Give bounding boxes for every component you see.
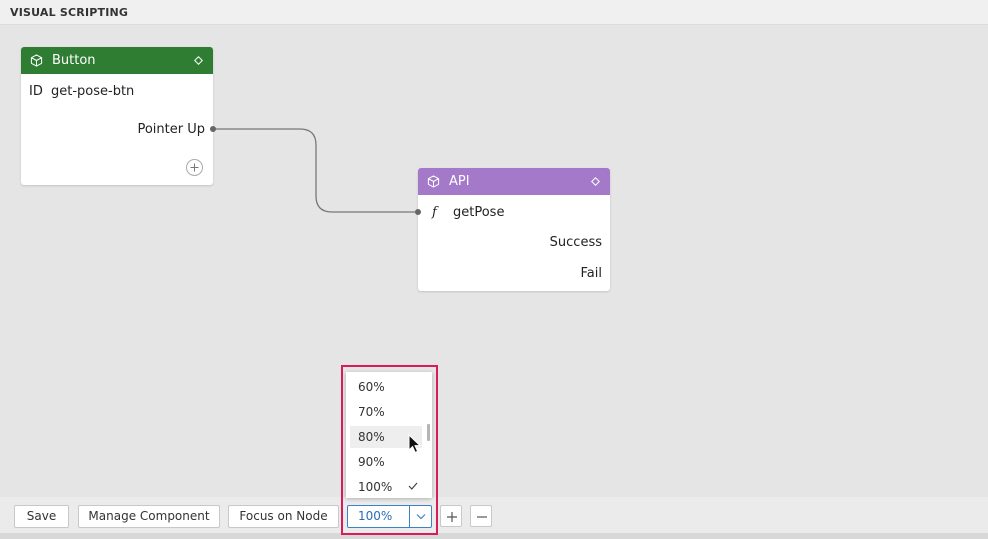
status-strip <box>0 533 988 539</box>
function-name: getPose <box>453 205 505 220</box>
zoom-option-70[interactable]: 70% <box>350 401 422 423</box>
button-node-header[interactable]: Button <box>21 47 213 74</box>
add-port-button[interactable] <box>186 159 203 176</box>
minus-icon <box>477 516 487 518</box>
plus-icon <box>447 512 457 522</box>
chevron-down-icon <box>416 514 426 520</box>
manage-component-button[interactable]: Manage Component <box>78 505 220 528</box>
zoom-out-button[interactable] <box>470 505 492 527</box>
mouse-cursor-icon <box>408 434 422 454</box>
zoom-option-100[interactable]: 100% <box>350 476 422 498</box>
function-icon: f <box>432 205 437 220</box>
button-node[interactable]: Button ID get-pose-btn Pointer Up <box>21 47 213 185</box>
zoom-select[interactable]: 100% <box>347 505 432 528</box>
button-node-title: Button <box>52 53 96 68</box>
id-label: ID <box>29 84 43 99</box>
focus-on-node-button[interactable]: Focus on Node <box>228 505 339 528</box>
zoom-option-90[interactable]: 90% <box>350 451 422 473</box>
api-node-header[interactable]: API <box>418 168 610 195</box>
cube-icon <box>427 175 440 188</box>
zoom-select-value: 100% <box>358 509 393 523</box>
pointer-up-port-label: Pointer Up <box>137 122 205 137</box>
diamond-icon[interactable] <box>591 177 600 186</box>
cube-icon <box>30 54 43 67</box>
plus-icon <box>190 163 199 172</box>
fail-port-label: Fail <box>580 266 602 281</box>
checkmark-icon <box>408 482 418 490</box>
save-button[interactable]: Save <box>14 505 69 528</box>
toolbar: Save Manage Component Focus on Node 100% <box>0 497 988 533</box>
pointer-up-port[interactable] <box>210 126 216 132</box>
panel-header: VISUAL SCRIPTING <box>0 0 988 25</box>
zoom-select-toggle[interactable] <box>409 506 431 527</box>
id-value: get-pose-btn <box>51 84 135 99</box>
panel-title: VISUAL SCRIPTING <box>10 6 129 19</box>
api-node[interactable]: API f getPose Success Fail <box>418 168 610 291</box>
api-input-port[interactable] <box>415 209 421 215</box>
diamond-icon[interactable] <box>194 56 203 65</box>
dropdown-scrollbar[interactable] <box>427 424 430 441</box>
api-node-title: API <box>449 174 470 189</box>
zoom-option-60[interactable]: 60% <box>350 376 422 398</box>
zoom-in-button[interactable] <box>440 505 462 527</box>
success-port-label: Success <box>549 235 602 250</box>
